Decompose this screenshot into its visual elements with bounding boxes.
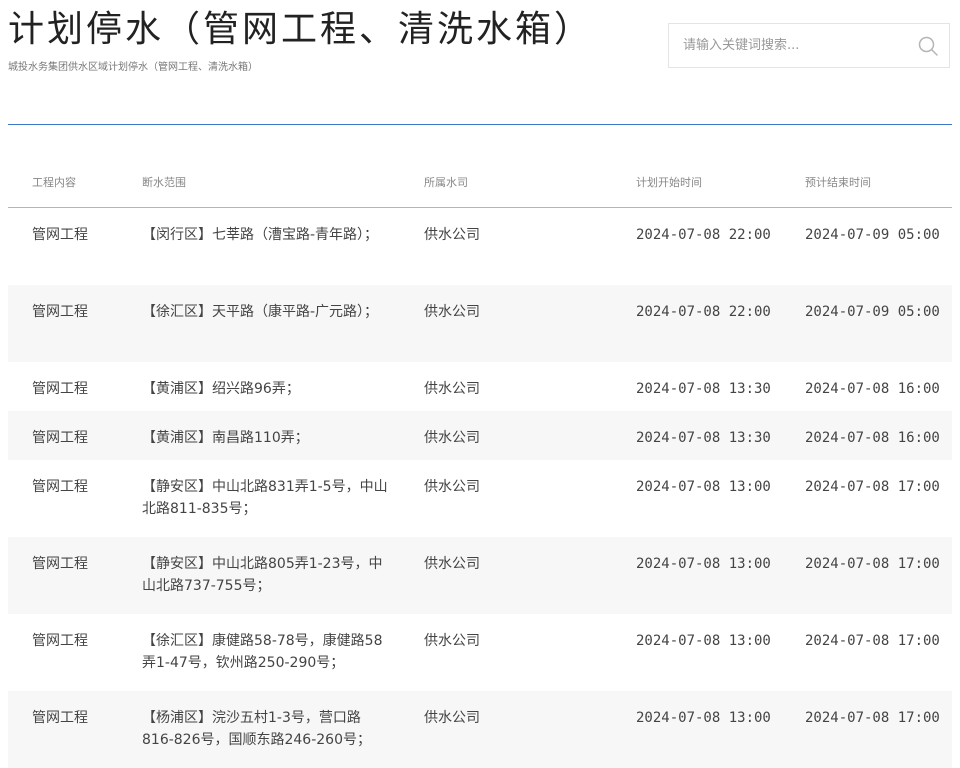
cell-area: 【闵行区】七莘路（漕宝路-青年路）； (142, 227, 379, 243)
table-row: 管网工程 【徐汇区】康健路58-78号，康健路58弄1-47号，钦州路250-2… (8, 614, 952, 691)
table-row: 管网工程 【杨浦区】浣沙五村1-3号，营口路816-826号，国顺东路246-2… (8, 691, 952, 768)
cell-type: 管网工程 (32, 710, 88, 726)
cell-type: 管网工程 (32, 430, 88, 446)
outage-table: 工程内容 断水范围 所属水司 计划开始时间 预计结束时间 管网工程 【闵行区】七… (8, 159, 952, 768)
table-row: 管网工程 【黄浦区】南昌路110弄； 供水公司 2024-07-08 13:30… (8, 411, 952, 460)
search-input[interactable] (669, 24, 909, 67)
cell-start-time: 2024-07-08 13:00 (636, 633, 771, 649)
cell-type: 管网工程 (32, 304, 88, 320)
cell-type: 管网工程 (32, 479, 88, 495)
cell-start-time: 2024-07-08 13:30 (636, 430, 771, 446)
cell-start-time: 2024-07-08 13:00 (636, 556, 771, 572)
cell-area: 【徐汇区】天平路（康平路-广元路）； (142, 304, 379, 320)
cell-company: 供水公司 (424, 381, 480, 397)
page-subtitle: 城投水务集团供水区域计划停水（管网工程、清洗水箱） (8, 62, 258, 73)
column-header-area: 断水范围 (142, 176, 186, 189)
search-icon[interactable] (917, 35, 939, 57)
cell-end-time: 2024-07-09 05:00 (805, 304, 940, 320)
cell-company: 供水公司 (424, 633, 480, 649)
cell-start-time: 2024-07-08 13:00 (636, 710, 771, 726)
cell-company: 供水公司 (424, 227, 480, 243)
cell-end-time: 2024-07-09 05:00 (805, 227, 940, 243)
cell-area: 【黄浦区】南昌路110弄； (142, 430, 309, 446)
cell-end-time: 2024-07-08 17:00 (805, 479, 940, 495)
table-row: 管网工程 【黄浦区】绍兴路96弄； 供水公司 2024-07-08 13:30 … (8, 362, 952, 411)
cell-area: 【杨浦区】浣沙五村1-3号，营口路816-826号，国顺东路246-260号； (142, 710, 371, 748)
table-row: 管网工程 【闵行区】七莘路（漕宝路-青年路）； 供水公司 2024-07-08 … (8, 208, 952, 285)
cell-company: 供水公司 (424, 479, 480, 495)
column-header-start-time: 计划开始时间 (636, 176, 702, 189)
search-box (668, 23, 950, 68)
table-row: 管网工程 【静安区】中山北路831弄1-5号，中山北路811-835号； 供水公… (8, 460, 952, 537)
cell-type: 管网工程 (32, 381, 88, 397)
column-header-end-time: 预计结束时间 (805, 176, 871, 189)
header-divider (8, 124, 952, 125)
cell-end-time: 2024-07-08 17:00 (805, 633, 940, 649)
cell-type: 管网工程 (32, 227, 88, 243)
cell-area: 【徐汇区】康健路58-78号，康健路58弄1-47号，钦州路250-290号； (142, 633, 383, 671)
cell-type: 管网工程 (32, 633, 88, 649)
cell-company: 供水公司 (424, 710, 480, 726)
cell-start-time: 2024-07-08 13:00 (636, 479, 771, 495)
cell-area: 【黄浦区】绍兴路96弄； (142, 381, 300, 397)
column-header-type: 工程内容 (32, 176, 76, 189)
cell-company: 供水公司 (424, 430, 480, 446)
cell-start-time: 2024-07-08 13:30 (636, 381, 771, 397)
cell-area: 【静安区】中山北路831弄1-5号，中山北路811-835号； (142, 479, 388, 517)
cell-start-time: 2024-07-08 22:00 (636, 304, 771, 320)
page-title: 计划停水（管网工程、清洗水箱） (8, 9, 594, 50)
cell-end-time: 2024-07-08 16:00 (805, 381, 940, 397)
cell-company: 供水公司 (424, 556, 480, 572)
cell-start-time: 2024-07-08 22:00 (636, 227, 771, 243)
cell-end-time: 2024-07-08 17:00 (805, 710, 940, 726)
page-header: 计划停水（管网工程、清洗水箱） 城投水务集团供水区域计划停水（管网工程、清洗水箱… (0, 0, 960, 124)
table-row: 管网工程 【徐汇区】天平路（康平路-广元路）； 供水公司 2024-07-08 … (8, 285, 952, 362)
cell-end-time: 2024-07-08 17:00 (805, 556, 940, 572)
table-header: 工程内容 断水范围 所属水司 计划开始时间 预计结束时间 (8, 159, 952, 208)
cell-end-time: 2024-07-08 16:00 (805, 430, 940, 446)
cell-area: 【静安区】中山北路805弄1-23号，中山北路737-755号； (142, 556, 383, 594)
cell-company: 供水公司 (424, 304, 480, 320)
column-header-company: 所属水司 (424, 176, 468, 189)
cell-type: 管网工程 (32, 556, 88, 572)
table-row: 管网工程 【静安区】中山北路805弄1-23号，中山北路737-755号； 供水… (8, 537, 952, 614)
